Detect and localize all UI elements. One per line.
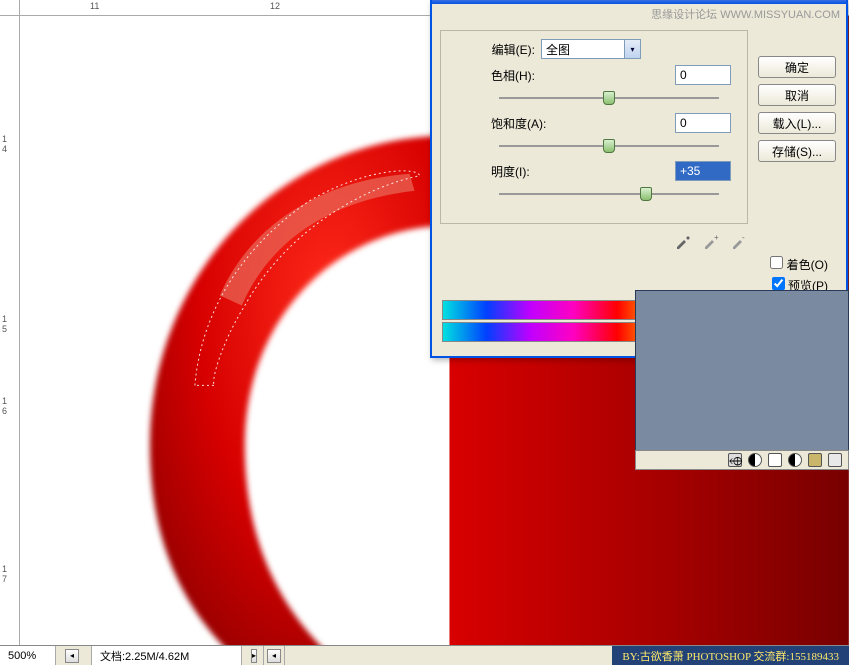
colorize-checkbox[interactable]: 着色(O) [440,256,828,273]
svg-text:+: + [714,233,719,242]
eyedropper-icon[interactable] [674,232,692,250]
colorize-label: 着色(O) [787,258,828,272]
edit-select-value: 全图 [546,41,570,58]
hue-slider[interactable] [499,91,719,105]
folder-icon[interactable] [808,453,822,467]
popup-button[interactable]: ▸ [251,649,257,663]
eyedropper-minus-icon[interactable]: - [730,232,748,250]
eyedropper-plus-icon[interactable]: + [702,232,720,250]
cancel-button[interactable]: 取消 [758,84,836,106]
lightness-input[interactable] [675,161,731,181]
fx-icon[interactable] [788,453,802,467]
mask-icon[interactable] [768,453,782,467]
saturation-input[interactable] [675,113,731,133]
adjustment-icon[interactable] [748,453,762,467]
edit-select[interactable]: 全图 ▾ [541,39,641,59]
saturation-slider[interactable] [499,139,719,153]
lightness-label: 明度(I): [491,163,530,180]
save-button[interactable]: 存储(S)... [758,140,836,162]
ruler-vertical: 14 15 16 17 [0,16,20,645]
ok-button[interactable]: 确定 [758,56,836,78]
watermark-text: 思缘设计论坛 WWW.MISSYUAN.COM [432,4,846,24]
scroll-left-button[interactable]: ◂ [65,649,79,663]
zoom-level[interactable]: 500% [0,646,56,665]
link-icon[interactable]: ⬲ [728,453,742,467]
lightness-slider[interactable] [499,187,719,201]
credit-text: BY:古欲香萧 PHOTOSHOP 交流群:155189433 [612,646,849,665]
hue-input[interactable] [675,65,731,85]
chevron-down-icon: ▾ [624,40,640,58]
status-bar: 500% ◂ 文档:2.25M/4.62M ▸ ◂ BY:古欲香萧 PHOTOS… [0,645,849,665]
saturation-label: 饱和度(A): [491,115,546,132]
hue-label: 色相(H): [491,67,535,84]
floating-panel[interactable] [635,290,849,470]
scroll-left2-button[interactable]: ◂ [267,649,281,663]
doc-size: 文档:2.25M/4.62M [92,646,242,665]
new-icon[interactable] [828,453,842,467]
load-button[interactable]: 载入(L)... [758,112,836,134]
svg-text:-: - [742,233,745,242]
edit-label: 编辑(E): [451,41,541,58]
floating-panel-toolbar: ⬲ [635,450,849,470]
